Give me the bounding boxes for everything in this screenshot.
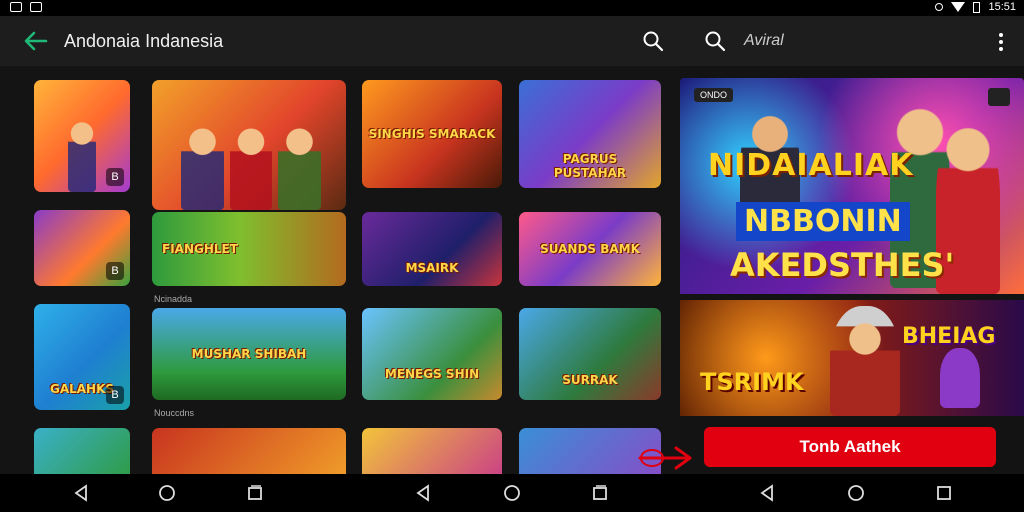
status-right-icons: 15:51 (935, 1, 1016, 13)
game-tile[interactable] (362, 428, 502, 474)
status-time: 15:51 (988, 1, 1016, 13)
app-bar: Andonaia Indanesia (0, 16, 680, 66)
tile-caption: FIANGHLET (162, 242, 238, 256)
back-triangle-icon[interactable] (72, 484, 90, 502)
search-input[interactable]: Aviral (744, 32, 784, 50)
search-icon[interactable] (642, 30, 664, 52)
section-label: Nouccdns (154, 408, 195, 418)
game-tile[interactable]: MSAIRK (362, 212, 502, 286)
recents-square-icon[interactable] (591, 484, 609, 502)
banner-title-line-2: NBBONIN (736, 202, 910, 241)
character-art (229, 119, 273, 210)
character-art (181, 119, 224, 210)
alert-icon (935, 3, 944, 11)
featured-panel: ONDO NIDAIALIAK NBBONIN AKEDSTHES' TSRIM… (680, 66, 1024, 474)
section-label: Ncinadda (154, 294, 193, 304)
system-nav-bar (0, 474, 1024, 512)
game-tile[interactable]: B (34, 80, 130, 192)
game-tile[interactable]: SURRAK (519, 308, 661, 400)
character-art (67, 113, 97, 192)
banner-bottom-left-title: TSRIMK (700, 368, 804, 396)
recents-square-icon[interactable] (935, 484, 953, 502)
search-bar: Aviral (680, 16, 1024, 66)
battery-icon (973, 1, 981, 13)
tile-caption: SINGHIS SMARACK (368, 127, 496, 141)
tile-caption: MENEGS SHIN (384, 367, 480, 382)
game-tile[interactable]: B (34, 210, 130, 286)
back-triangle-icon[interactable] (758, 484, 776, 502)
home-circle-icon[interactable] (847, 484, 865, 502)
status-left-icons (10, 2, 42, 12)
tile-badge: B (106, 168, 124, 186)
tile-caption: SUANDS BAMK (540, 242, 640, 256)
game-tile[interactable]: FIANGHLET (152, 212, 346, 286)
banner-title-line-1: NIDAIALIAK (708, 148, 914, 183)
character-art (278, 119, 321, 210)
cta-button[interactable]: Tonb Aathek (704, 427, 996, 467)
back-triangle-icon[interactable] (414, 484, 432, 502)
banner-title-line-3: AKEDSTHES' (730, 246, 955, 284)
status-bar: 15:51 (0, 0, 1024, 16)
game-tile[interactable]: MUSHAR SHIBAH (152, 308, 346, 400)
tile-badge: B (106, 262, 124, 280)
image-icon (30, 2, 42, 12)
more-vert-icon[interactable] (998, 32, 1004, 52)
recents-square-icon[interactable] (246, 484, 264, 502)
banner-tag-icon (988, 88, 1010, 106)
game-tile[interactable]: SUANDS BAMK (519, 212, 661, 286)
tile-badge: B (106, 386, 124, 404)
home-circle-icon[interactable] (158, 484, 176, 502)
tile-caption: MUSHAR SHIBAH (191, 347, 307, 361)
banner-bottom-right-title: BHEIAG (902, 324, 996, 349)
game-tile[interactable] (152, 80, 346, 210)
game-tile[interactable] (152, 428, 346, 474)
game-tile[interactable]: PAGRUS PUSTAHAR (519, 80, 661, 188)
arrow-left-icon[interactable] (22, 29, 48, 53)
game-grid: B SINGHIS SMARACK PAGRUS PUSTAHAR B FIAN… (0, 66, 680, 474)
banner-tag: ONDO (694, 88, 733, 102)
home-circle-icon[interactable] (503, 484, 521, 502)
robot-art (940, 348, 980, 408)
photo-icon (10, 2, 22, 12)
arrow-right-icon (638, 446, 692, 470)
page-title: Andonaia Indanesia (64, 31, 224, 51)
game-tile[interactable]: MENEGS SHIN (362, 308, 502, 400)
search-icon[interactable] (704, 30, 726, 52)
tile-caption: MSAIRK (405, 260, 459, 275)
game-tile[interactable]: SINGHIS SMARACK (362, 80, 502, 188)
tile-caption: SURRAK (562, 372, 618, 387)
character-art (830, 306, 900, 416)
tile-caption: PAGRUS PUSTAHAR (553, 152, 627, 181)
featured-banner[interactable]: ONDO NIDAIALIAK NBBONIN AKEDSTHES' TSRIM… (680, 78, 1024, 470)
game-tile[interactable] (34, 428, 130, 474)
game-tile[interactable]: GALAHKS B (34, 304, 130, 410)
wifi-icon (951, 2, 966, 12)
